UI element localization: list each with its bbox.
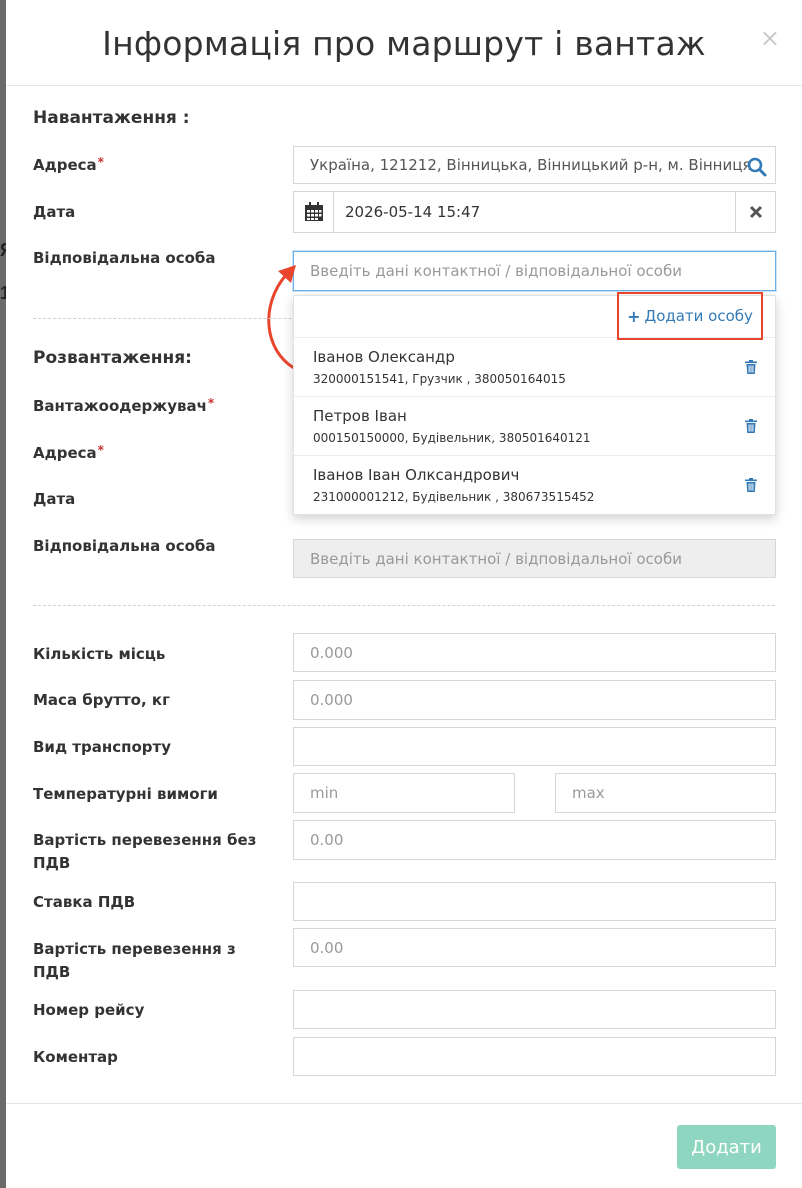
- comment-label: Коментар: [33, 1048, 118, 1066]
- close-icon[interactable]: ×: [760, 26, 780, 50]
- consignee-label: Вантажоодержувач*: [33, 396, 215, 415]
- trash-icon[interactable]: [745, 478, 757, 492]
- footer-divider: [6, 1103, 802, 1104]
- person-name: Петров Іван: [313, 407, 407, 425]
- person-name: Іванов Іван Олксандрович: [313, 466, 520, 484]
- cost-no-vat-input[interactable]: 0.00: [293, 820, 776, 860]
- contact-person-dropdown: + Додати особу Іванов Олександр 32000015…: [293, 292, 776, 515]
- search-icon[interactable]: [747, 157, 767, 177]
- unloading-person-input[interactable]: Введіть дані контактної / відповідальної…: [293, 539, 776, 578]
- add-person-label: Додати особу: [644, 307, 753, 325]
- dropdown-header: + Додати особу: [294, 292, 775, 340]
- submit-button[interactable]: Додати: [677, 1125, 776, 1169]
- unloading-person-label: Відповідальна особа: [33, 537, 216, 555]
- loading-section-title: Навантаження :: [33, 108, 190, 128]
- vat-rate-input[interactable]: [293, 882, 776, 921]
- clear-icon: [749, 205, 762, 219]
- unloading-address-label: Адреса*: [33, 443, 104, 462]
- cost-no-vat-label: Вартість перевезення без ПДВ: [33, 831, 257, 872]
- modal-title: Інформація про маршрут і вантаж: [102, 24, 706, 63]
- list-item[interactable]: Іванов Іван Олксандрович 231000001212, Б…: [294, 456, 775, 515]
- transport-type-label: Вид транспорту: [33, 738, 171, 756]
- gross-weight-input[interactable]: 0.000: [293, 680, 776, 720]
- trash-icon[interactable]: [745, 360, 757, 374]
- modal-header: Інформація про маршрут і вантаж ×: [6, 0, 802, 86]
- cost-vat-label: Вартість перевезення з ПДВ: [33, 940, 236, 981]
- comment-input[interactable]: [293, 1037, 776, 1076]
- temp-max-input[interactable]: max: [555, 773, 776, 813]
- loading-address-value: Україна, 121212, Вінницька, Вінницький р…: [310, 156, 752, 174]
- person-name: Іванов Олександр: [313, 348, 455, 366]
- loading-date-input[interactable]: 2026-05-14 15:47: [333, 191, 736, 233]
- trip-number-input[interactable]: [293, 990, 776, 1029]
- places-input[interactable]: 0.000: [293, 633, 776, 672]
- add-person-button[interactable]: + Додати особу: [617, 292, 763, 340]
- loading-address-input[interactable]: Україна, 121212, Вінницька, Вінницький р…: [293, 146, 776, 184]
- transport-type-input[interactable]: [293, 727, 776, 766]
- person-details: 231000001212, Будівельник , 380673515452: [313, 490, 595, 504]
- vat-rate-label: Ставка ПДВ: [33, 893, 136, 911]
- plus-icon: +: [627, 306, 641, 326]
- list-item[interactable]: Іванов Олександр 320000151541, Грузчик ,…: [294, 338, 775, 397]
- loading-person-input[interactable]: Введіть дані контактної / відповідальної…: [293, 251, 776, 291]
- temperature-label: Температурні вимоги: [33, 785, 218, 803]
- person-details: 320000151541, Грузчик , 380050164015: [313, 372, 566, 386]
- list-item[interactable]: Петров Іван 000150150000, Будівельник, 3…: [294, 397, 775, 456]
- loading-person-label: Відповідальна особа: [33, 249, 216, 267]
- calendar-button[interactable]: [293, 191, 334, 233]
- section-divider: [33, 605, 775, 606]
- clear-date-button[interactable]: [735, 191, 776, 233]
- unloading-date-label: Дата: [33, 490, 76, 508]
- trash-icon[interactable]: [745, 419, 757, 433]
- places-label: Кількість місць: [33, 645, 166, 663]
- gross-weight-label: Маса брутто, кг: [33, 691, 170, 709]
- trip-number-label: Номер рейсу: [33, 1001, 145, 1019]
- unloading-section-title: Розвантаження:: [33, 348, 192, 368]
- person-details: 000150150000, Будівельник, 380501640121: [313, 431, 591, 445]
- cost-vat-input[interactable]: 0.00: [293, 928, 776, 967]
- temp-min-input[interactable]: min: [293, 773, 515, 813]
- loading-address-label: Адреса*: [33, 155, 104, 174]
- calendar-icon: [304, 202, 323, 221]
- loading-date-label: Дата: [33, 203, 76, 221]
- route-cargo-modal: Інформація про маршрут і вантаж × Навант…: [6, 0, 802, 1188]
